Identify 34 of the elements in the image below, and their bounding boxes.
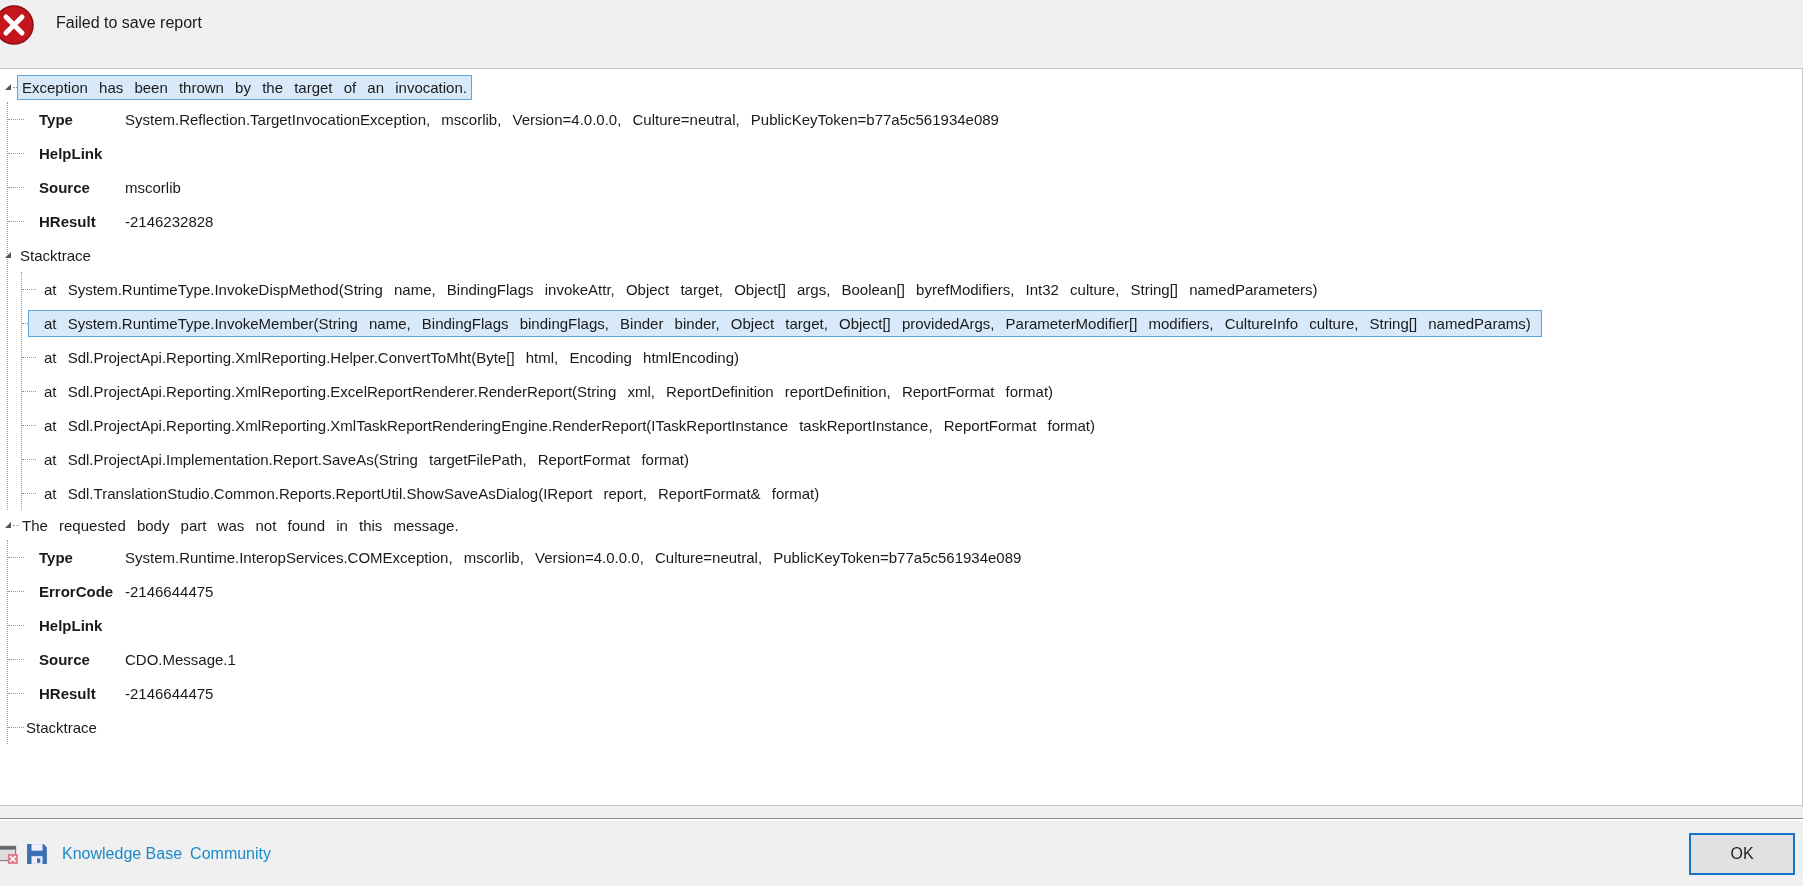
ok-button[interactable]: OK — [1689, 832, 1795, 875]
expander-icon[interactable] — [4, 521, 12, 529]
property-name: Type — [39, 110, 74, 128]
property-value: -2146644475 — [125, 684, 214, 702]
property-value: System.Reflection.TargetInvocationException, mscorlib, Version=4.0.0.0, Culture=neutral, PublicKeyToken=b77a5c561934e089 — [125, 110, 999, 128]
exception-message[interactable]: Exception has been thrown by the target of an invocation. — [17, 74, 472, 100]
property-name: HResult — [39, 212, 97, 230]
property-name: HelpLink — [39, 144, 104, 162]
property-name: HResult — [39, 684, 97, 702]
property-name: ErrorCode — [39, 582, 115, 600]
stack-frame[interactable]: at Sdl.ProjectApi.Reporting.XmlReporting.Helper.ConvertToMht(Byte[] html, Encoding htmlEncoding) — [28, 343, 750, 371]
property-value: -2146644475 — [125, 582, 214, 600]
stacktrace-node[interactable]: Stacktrace — [20, 246, 91, 264]
stack-frame[interactable]: at System.RuntimeType.InvokeMember(String name, BindingFlags bindingFlags, Binder binder, Object target, Object[] providedArgs, ParameterModifier[] modifiers, CultureInfo culture, String[] namedParams) — [28, 309, 1542, 337]
stack-frame[interactable]: at Sdl.ProjectApi.Reporting.XmlReporting.ExcelReportRenderer.RenderReport(String xml, ReportDefinition reportDefinition, ReportFormat format) — [28, 377, 1065, 405]
stack-frame[interactable]: at Sdl.ProjectApi.Implementation.Report.SaveAs(String targetFilePath, ReportFormat format) — [28, 445, 700, 473]
stacktrace-node[interactable]: Stacktrace — [26, 718, 97, 736]
stack-frame[interactable]: at System.RuntimeType.InvokeDispMethod(String name, BindingFlags invokeAttr, Object target, Object[] args, Boolean[] byrefModifiers, Int32 culture, String[] namedParameters) — [28, 275, 1329, 303]
exception-message[interactable]: The requested body part was not found in this message. — [17, 512, 464, 538]
property-name: Source — [39, 650, 91, 668]
save-icon[interactable] — [26, 842, 48, 865]
property-value: mscorlib — [125, 178, 181, 196]
property-name: HelpLink — [39, 616, 104, 634]
property-name: Type — [39, 548, 74, 566]
stack-frame[interactable]: at Sdl.TranslationStudio.Common.Reports.ReportUtil.ShowSaveAsDialog(IReport report, ReportFormat& format) — [28, 479, 831, 507]
property-value: System.Runtime.InteropServices.COMException, mscorlib, Version=4.0.0.0, Culture=neutral, PublicKeyToken=b77a5c561934e089 — [125, 548, 1022, 566]
dialog-title: Failed to save report — [56, 14, 202, 32]
error-icon — [0, 5, 34, 45]
property-value: CDO.Message.1 — [125, 650, 236, 668]
expander-icon[interactable] — [4, 83, 12, 91]
stack-frame[interactable]: at Sdl.ProjectApi.Reporting.XmlReporting.XmlTaskReportRenderingEngine.RenderReport(ITaskReportInstance taskReportInstance, ReportFormat format) — [28, 411, 1106, 439]
property-value: -2146232828 — [125, 212, 214, 230]
expander-icon[interactable] — [4, 251, 12, 259]
property-name: Source — [39, 178, 91, 196]
